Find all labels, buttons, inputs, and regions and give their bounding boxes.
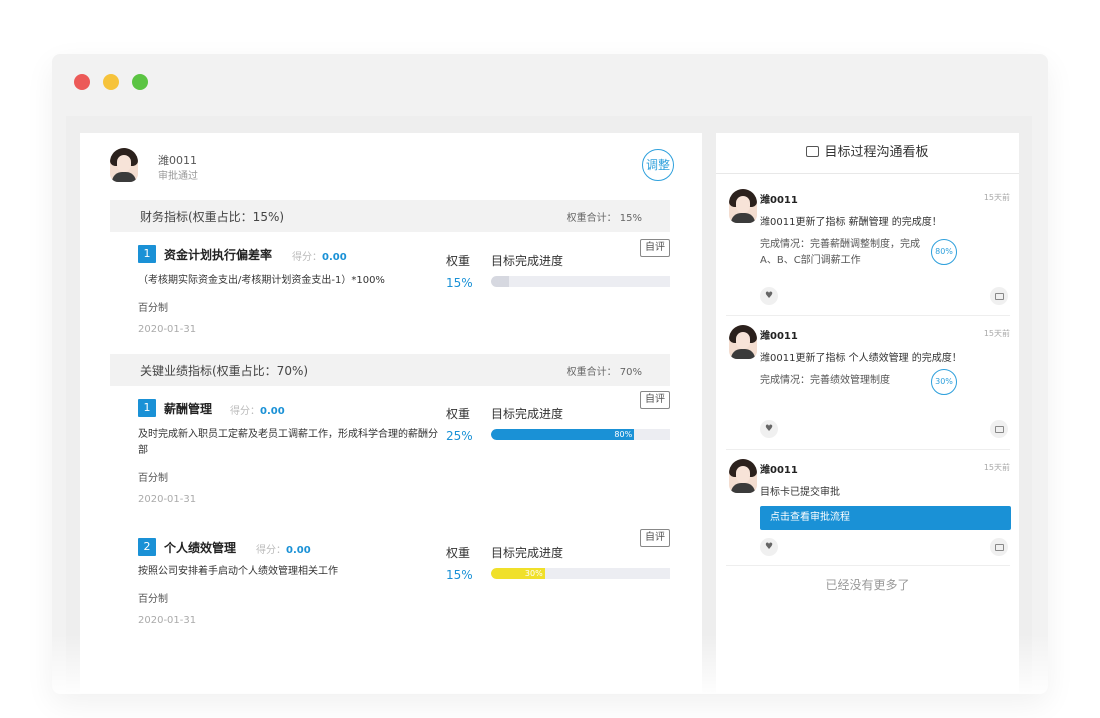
progress-bar: 0%	[491, 276, 670, 287]
progress-percent-badge: 30%	[931, 369, 957, 395]
avatar	[729, 459, 757, 493]
progress-percent-badge: 80%	[931, 239, 957, 265]
progress-fill: 80%	[491, 429, 635, 440]
divider	[726, 315, 1010, 316]
comment-icon[interactable]	[990, 420, 1008, 438]
indicator-name: 资金计划执行偏差率	[164, 248, 273, 262]
post-author: 潍0011	[760, 465, 798, 476]
post-message: 潍0011更新了指标 个人绩效管理 的完成度！	[760, 353, 962, 364]
board-post: 潍0011 15天前 潍0011更新了指标 个人绩效管理 的完成度！ 完成情况：…	[726, 325, 1010, 443]
view-approval-flow-button[interactable]: 点击查看审批流程	[760, 506, 1011, 530]
board-title: 目标过程沟通看板	[716, 133, 1019, 174]
like-icon[interactable]: ♥	[760, 538, 778, 556]
indicator-date: 2020-01-31	[138, 324, 197, 335]
indicator-item: 2 个人绩效管理 得分：0.00 按照公司安排着手启动个人绩效管理相关工作 百分…	[138, 529, 672, 638]
divider	[726, 449, 1010, 450]
indicator-description: 及时完成新入职员工定薪及老员工调薪工作，形成科学合理的薪酬分部	[138, 429, 438, 456]
indicator-item: 1 薪酬管理 得分：0.00 及时完成新入职员工定薪及老员工调薪工作，形成科学合…	[138, 391, 672, 509]
like-icon[interactable]: ♥	[760, 420, 778, 438]
section-weight-sum: 权重合计： 70%	[566, 367, 642, 378]
section-weight-sum: 权重合计： 15%	[566, 213, 642, 224]
indicator-score: 得分：0.00	[230, 406, 285, 417]
app-window: 潍0011 审批通过 调整 财务指标(权重占比：15%) 权重合计： 15% 1…	[52, 54, 1048, 694]
no-more-text: 已经没有更多了	[825, 578, 910, 592]
indicator-name: 薪酬管理	[164, 402, 213, 416]
post-message: 潍0011更新了指标 薪酬管理 的完成度！	[760, 217, 942, 228]
section-header-financial: 财务指标(权重占比：15%) 权重合计： 15%	[110, 200, 670, 232]
post-author: 潍0011	[760, 195, 798, 206]
weight-value: 15%	[446, 568, 473, 582]
self-evaluate-button[interactable]: 自评	[640, 239, 670, 257]
avatar	[729, 325, 757, 359]
weight-label: 权重	[446, 407, 471, 421]
comment-icon[interactable]	[990, 538, 1008, 556]
board-post: 潍0011 15天前 目标卡已提交审批 点击查看审批流程 ♥	[726, 459, 1011, 559]
section-title: 关键业绩指标(权重占比：70%)	[140, 364, 309, 378]
content-area: 潍0011 审批通过 调整 财务指标(权重占比：15%) 权重合计： 15% 1…	[66, 116, 1032, 694]
indicator-scoring-method: 百分制	[138, 594, 168, 605]
communication-board: 目标过程沟通看板 潍0011 15天前 潍0011更新了指标 薪酬管理 的完成度…	[716, 133, 1019, 693]
progress-label: 目标完成进度	[491, 407, 564, 421]
progress-label: 目标完成进度	[491, 546, 564, 560]
self-evaluate-button[interactable]: 自评	[640, 529, 670, 547]
section-header-kpi: 关键业绩指标(权重占比：70%) 权重合计： 70%	[110, 354, 670, 386]
progress-label: 目标完成进度	[491, 254, 564, 268]
indicator-number: 2	[138, 538, 156, 556]
avatar	[729, 189, 757, 223]
divider	[726, 565, 1010, 566]
comment-icon[interactable]	[990, 287, 1008, 305]
approval-status: 审批通过	[158, 171, 198, 182]
progress-fill: 30%	[491, 568, 545, 579]
weight-value: 15%	[446, 276, 473, 290]
avatar	[110, 148, 138, 182]
goal-card-panel: 潍0011 审批通过 调整 财务指标(权重占比：15%) 权重合计： 15% 1…	[80, 133, 702, 693]
progress-bar: 30%	[491, 568, 670, 579]
indicator-number: 1	[138, 399, 156, 417]
user-name: 潍0011	[158, 154, 197, 167]
indicator-date: 2020-01-31	[138, 494, 197, 505]
section-title: 财务指标(权重占比：15%)	[140, 210, 285, 224]
post-author: 潍0011	[760, 331, 798, 342]
weight-label: 权重	[446, 254, 471, 268]
indicator-description: （考核期实际资金支出/考核期计划资金支出-1）*100%	[138, 275, 385, 286]
indicator-description: 按照公司安排着手启动个人绩效管理相关工作	[138, 566, 338, 577]
progress-fill: 0%	[491, 276, 509, 287]
post-time: 15天前	[983, 463, 1010, 472]
chat-icon	[806, 146, 820, 157]
weight-label: 权重	[446, 546, 471, 560]
post-time: 15天前	[983, 329, 1010, 338]
post-detail: 完成情况：完善绩效管理制度	[760, 375, 890, 386]
maximize-window-dot[interactable]	[132, 74, 148, 90]
indicator-score: 得分：0.00	[256, 545, 311, 556]
indicator-scoring-method: 百分制	[138, 473, 168, 484]
weight-value: 25%	[446, 429, 473, 443]
post-detail: 完成情况：完善薪酬调整制度，完成A、B、C部门调薪工作	[760, 239, 920, 266]
indicator-name: 个人绩效管理	[164, 541, 237, 555]
progress-bar: 80%	[491, 429, 670, 440]
adjust-button[interactable]: 调整	[642, 149, 674, 181]
self-evaluate-button[interactable]: 自评	[640, 391, 670, 409]
close-window-dot[interactable]	[74, 74, 90, 90]
indicator-number: 1	[138, 245, 156, 263]
minimize-window-dot[interactable]	[103, 74, 119, 90]
indicator-scoring-method: 百分制	[138, 303, 168, 314]
post-message: 目标卡已提交审批	[760, 487, 840, 498]
post-time: 15天前	[983, 193, 1010, 202]
indicator-item: 1 资金计划执行偏差率 得分：0.00 （考核期实际资金支出/考核期计划资金支出…	[138, 239, 672, 345]
indicator-date: 2020-01-31	[138, 615, 197, 626]
indicator-score: 得分：0.00	[292, 252, 347, 263]
like-icon[interactable]: ♥	[760, 287, 778, 305]
board-post: 潍0011 15天前 潍0011更新了指标 薪酬管理 的完成度！ 完成情况：完善…	[726, 189, 1010, 309]
